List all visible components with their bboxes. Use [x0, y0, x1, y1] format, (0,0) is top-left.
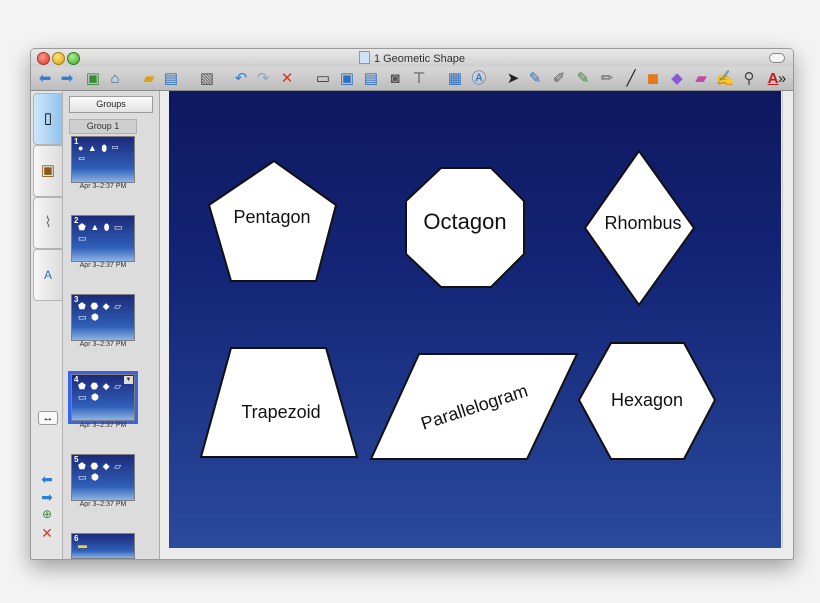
thumbnail-shapes: ▬ [78, 540, 88, 550]
page-sorter-icon: ▯ [43, 110, 53, 127]
octagon-shape[interactable]: Octagon [405, 167, 525, 288]
toolbar-toggle-button[interactable] [769, 53, 785, 63]
group-header[interactable]: Group 1 [69, 119, 137, 134]
properties-icon: A [43, 268, 52, 282]
page-sorter-tab[interactable]: ▯ [33, 93, 63, 145]
page-thumbnail-1[interactable]: 1 ● ▲ ⬮ ▭ ▭ [71, 136, 135, 183]
right-arrow-icon: ➡ [41, 489, 53, 505]
add-page-icon: ⊕ [41, 507, 53, 521]
parallelogram-shape[interactable]: Parallelogram [369, 353, 579, 460]
window-title: 1 Geometic Shape [31, 51, 793, 65]
save-icon[interactable]: ▤ [161, 69, 181, 88]
window-title-text: 1 Geometic Shape [373, 53, 466, 65]
page-sorter-panel: Groups Group 1 1 ● ▲ ⬮ ▭ ▭ Apr 3–2:37 PM… [63, 91, 183, 559]
rhombus-label: Rhombus [604, 213, 681, 233]
page-thumbnail-6[interactable]: 6 ▬ [71, 533, 135, 559]
select-icon[interactable]: ➤ [503, 69, 523, 88]
add-page-side-button[interactable]: ⊕ [38, 507, 56, 521]
thumbnail-shapes: ● ▲ ⬮ ▭ ▭ [78, 143, 120, 164]
title-bar: 1 Geometic Shape [31, 49, 793, 67]
gallery-icon: ▣ [40, 162, 56, 179]
capture-icon[interactable]: ▤ [361, 69, 381, 88]
document-icon [358, 51, 370, 64]
line-icon[interactable]: ╱ [621, 69, 641, 88]
properties-tab[interactable]: A [33, 249, 63, 301]
shape-icon[interactable]: ◼ [643, 69, 663, 88]
gallery-tab[interactable]: ▣ [33, 145, 63, 197]
resize-sidebar-button[interactable]: ↔ [38, 411, 58, 425]
rhombus-shape[interactable]: Rhombus [583, 149, 696, 307]
page-timestamp: Apr 3–2:37 PM [79, 183, 127, 190]
forward-arrow-icon[interactable]: ➡ [57, 69, 77, 88]
thumbnail-shapes: ⬟ ▲ ⬮ ▭ ▭ [78, 222, 124, 243]
thumbnail-shapes: ⬟ ⬣ ◆ ▱ ▭ ⬢ [78, 301, 123, 322]
paste-icon[interactable]: ▧ [197, 69, 217, 88]
delete-page-button[interactable]: ✕ [38, 525, 56, 542]
page-timestamp: Apr 3–2:37 PM [79, 262, 127, 269]
delete-icon: ✕ [41, 525, 53, 541]
toolbar: ⬅ ➡ ▣ ⌂ ▰ ▤ ▧ ↶ ↷ ✕ ▭ ▣ ▤ ◙ ⊤ ▦ Ⓐ ➤ ✎ ✐ … [31, 67, 793, 91]
attachments-icon: ⌇ [44, 214, 52, 231]
redo-icon[interactable]: ↷ [253, 69, 273, 88]
groups-button[interactable]: Groups [69, 96, 153, 113]
add-page-icon[interactable]: ▣ [83, 69, 103, 88]
spell-icon[interactable]: Ⓐ [469, 69, 489, 88]
page-menu-icon[interactable]: ▼ [124, 376, 133, 384]
magnifier-icon[interactable]: ⚲ [739, 69, 759, 88]
display-icon[interactable]: ▣ [337, 69, 357, 88]
trapezoid-shape[interactable]: Trapezoid [199, 347, 359, 458]
move-right-button[interactable]: ➡ [38, 489, 56, 506]
page-thumbnail-5[interactable]: 5 ⬟ ⬣ ◆ ▱ ▭ ⬢ [71, 454, 135, 501]
attachments-tab[interactable]: ⌇ [33, 197, 63, 249]
back-arrow-icon[interactable]: ⬅ [35, 69, 55, 88]
doc-camera-icon[interactable]: ⊤ [409, 69, 429, 88]
side-tab-strip: ▯ ▣ ⌇ A ↔ ⬅ ➡ ⊕ ✕ [31, 91, 63, 559]
page-thumbnail-3[interactable]: 3 ⬟ ⬣ ◆ ▱ ▭ ⬢ [71, 294, 135, 341]
trapezoid-label: Trapezoid [241, 402, 320, 422]
thumbnail-shapes: ⬟ ⬣ ◆ ▱ ▭ ⬢ [78, 381, 123, 402]
hexagon-label: Hexagon [611, 390, 683, 410]
move-left-button[interactable]: ⬅ [38, 471, 56, 488]
highlighter-icon[interactable]: ✏ [597, 69, 617, 88]
more-tools-button[interactable]: » [773, 69, 791, 88]
pentagon-label: Pentagon [233, 207, 310, 227]
delete-icon[interactable]: ✕ [277, 69, 297, 88]
expand-arrows-icon: ↔ [42, 412, 54, 424]
camera-icon[interactable]: ◙ [385, 69, 405, 88]
pen-icon[interactable]: ✎ [525, 69, 545, 88]
pentagon-shape[interactable]: Pentagon [207, 159, 338, 282]
home-icon[interactable]: ⌂ [105, 69, 125, 88]
screen-shade-icon[interactable]: ▭ [313, 69, 333, 88]
edit-icon[interactable]: ✍ [715, 69, 735, 88]
undo-icon[interactable]: ↶ [231, 69, 251, 88]
creative-pen-icon[interactable]: ✐ [549, 69, 569, 88]
eraser-icon[interactable]: ▰ [691, 69, 711, 88]
octagon-label: Octagon [423, 209, 506, 234]
magic-pen-icon[interactable]: ✎ [573, 69, 593, 88]
whiteboard-canvas[interactable]: Pentagon Octagon Rhombus Trapezoid Paral… [169, 91, 781, 548]
shapes-layer: Pentagon Octagon Rhombus Trapezoid Paral… [199, 149, 717, 460]
page-timestamp: Apr 3–2:37 PM [79, 341, 127, 348]
page-thumbnail-2[interactable]: 2 ⬟ ▲ ⬮ ▭ ▭ [71, 215, 135, 262]
page-timestamp: Apr 3–2:37 PM [79, 422, 127, 429]
page-thumbnail-4[interactable]: 4 ⬟ ⬣ ◆ ▱ ▭ ⬢ ▼ [68, 371, 138, 424]
left-arrow-icon: ⬅ [41, 471, 53, 487]
app-window: 1 Geometic Shape ⬅ ➡ ▣ ⌂ ▰ ▤ ▧ ↶ ↷ ✕ ▭ ▣… [30, 48, 794, 560]
fill-icon[interactable]: ◆ [667, 69, 687, 88]
hexagon-shape[interactable]: Hexagon [577, 342, 717, 460]
thumbnail-shapes: ⬟ ⬣ ◆ ▱ ▭ ⬢ [78, 461, 123, 482]
page-timestamp: Apr 3–2:37 PM [79, 501, 127, 508]
canvas-scrollbar[interactable] [782, 91, 793, 548]
open-folder-icon[interactable]: ▰ [139, 69, 159, 88]
table-icon[interactable]: ▦ [445, 69, 465, 88]
